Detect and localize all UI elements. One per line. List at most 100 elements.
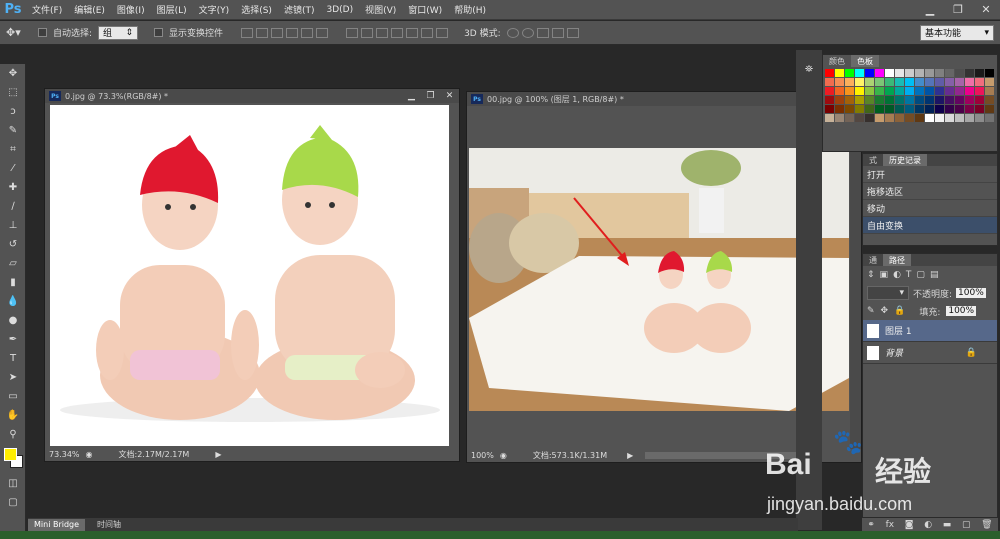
layer-row[interactable]: 背景 🔒	[863, 342, 997, 364]
color-swatch[interactable]	[905, 96, 914, 104]
lock-all-icon[interactable]: 🔒	[894, 306, 905, 316]
color-swatch[interactable]	[875, 105, 884, 113]
3d-drag-icon[interactable]	[536, 27, 549, 38]
color-swatch[interactable]	[875, 78, 884, 86]
color-swatch[interactable]	[885, 114, 894, 122]
color-swatch[interactable]	[825, 87, 834, 95]
menu-layer[interactable]: 图层(L)	[151, 3, 193, 16]
color-swatch[interactable]	[965, 105, 974, 113]
color-swatch[interactable]	[965, 87, 974, 95]
3d-axis-icon[interactable]: ⛯	[796, 60, 822, 79]
color-swatch[interactable]	[895, 69, 904, 77]
color-swatch[interactable]	[855, 69, 864, 77]
adjust-filter-icon[interactable]: ◐	[893, 270, 901, 280]
color-swatch[interactable]	[845, 105, 854, 113]
color-swatch[interactable]	[835, 96, 844, 104]
color-swatch[interactable]	[915, 114, 924, 122]
hand-tool-icon[interactable]: ✋	[0, 406, 26, 425]
color-swatch[interactable]	[895, 114, 904, 122]
distribute-right-icon[interactable]	[421, 27, 434, 38]
color-swatch[interactable]	[865, 114, 874, 122]
menu-image[interactable]: 图像(I)	[111, 3, 151, 16]
color-swatch[interactable]	[955, 78, 964, 86]
color-swatch[interactable]	[845, 69, 854, 77]
distribute-left-icon[interactable]	[391, 27, 404, 38]
blur-tool-icon[interactable]: 💧	[0, 292, 26, 311]
color-swatch[interactable]	[925, 105, 934, 113]
color-swatch[interactable]	[915, 96, 924, 104]
lasso-tool-icon[interactable]: ↄ	[0, 102, 26, 121]
menu-3d[interactable]: 3D(D)	[320, 5, 359, 15]
color-swatch[interactable]	[985, 78, 994, 86]
color-swatch[interactable]	[855, 105, 864, 113]
status-icon[interactable]: ◉	[86, 450, 93, 459]
color-swatch[interactable]	[925, 87, 934, 95]
tab-swatches[interactable]: 色板	[851, 55, 879, 67]
blend-mode-dropdown[interactable]: ▾	[867, 286, 909, 300]
3d-roll-icon[interactable]	[521, 27, 534, 38]
color-swatch[interactable]	[915, 87, 924, 95]
color-swatch[interactable]	[955, 114, 964, 122]
color-swatch[interactable]	[935, 105, 944, 113]
color-swatch[interactable]	[865, 69, 874, 77]
align-left-icon[interactable]	[286, 27, 299, 38]
color-swatch[interactable]	[975, 114, 984, 122]
color-swatch[interactable]	[905, 87, 914, 95]
doc2-zoom[interactable]: 100%	[471, 451, 494, 460]
color-swatch[interactable]	[825, 105, 834, 113]
color-swatch[interactable]	[925, 69, 934, 77]
color-swatch[interactable]	[825, 96, 834, 104]
smart-filter-icon[interactable]: ▤	[930, 270, 939, 280]
color-swatch[interactable]	[935, 69, 944, 77]
menu-file[interactable]: 文件(F)	[26, 3, 68, 16]
maximize-icon[interactable]: ❐	[944, 0, 972, 18]
workspace-dropdown[interactable]: 基本功能 ▾	[920, 24, 994, 41]
align-right-icon[interactable]	[316, 27, 329, 38]
color-swatch[interactable]	[875, 69, 884, 77]
doc2-vertical-scrollbar[interactable]	[850, 106, 861, 449]
layer-row-selected[interactable]: 图层 1	[863, 320, 997, 342]
color-swatch[interactable]	[965, 96, 974, 104]
align-vcenter-icon[interactable]	[256, 27, 269, 38]
color-swatch[interactable]	[895, 105, 904, 113]
show-transform-checkbox[interactable]	[154, 28, 164, 37]
menu-filter[interactable]: 滤镜(T)	[278, 3, 321, 16]
color-swatch[interactable]	[985, 87, 994, 95]
move-tool-icon[interactable]: ✥▾	[6, 26, 32, 39]
path-select-tool-icon[interactable]: ➤	[0, 368, 26, 387]
color-swatch[interactable]	[865, 87, 874, 95]
color-swatch[interactable]	[945, 105, 954, 113]
lock-pixels-icon[interactable]: ✎	[867, 306, 875, 316]
color-swatch[interactable]	[905, 78, 914, 86]
color-swatch[interactable]	[855, 96, 864, 104]
color-swatch[interactable]	[885, 87, 894, 95]
healing-tool-icon[interactable]: ✚	[0, 178, 26, 197]
color-swatch[interactable]	[925, 114, 934, 122]
menu-window[interactable]: 窗口(W)	[402, 3, 448, 16]
color-swatch[interactable]	[985, 69, 994, 77]
color-swatch[interactable]	[865, 105, 874, 113]
history-item[interactable]: 拖移选区	[863, 183, 997, 200]
color-swatch[interactable]	[875, 114, 884, 122]
color-swatch[interactable]	[825, 114, 834, 122]
gradient-tool-icon[interactable]: ▮	[0, 273, 26, 292]
distribute-vcenter-icon[interactable]	[361, 27, 374, 38]
color-swatch[interactable]	[895, 96, 904, 104]
menu-view[interactable]: 视图(V)	[359, 3, 402, 16]
history-brush-tool-icon[interactable]: ↺	[0, 235, 26, 254]
3d-scale-icon[interactable]	[566, 27, 579, 38]
align-top-icon[interactable]	[241, 27, 254, 38]
close-icon[interactable]: ✕	[440, 90, 459, 103]
marquee-tool-icon[interactable]: ⬚	[0, 83, 26, 102]
color-swatch[interactable]	[835, 87, 844, 95]
color-swatch[interactable]	[965, 114, 974, 122]
color-swatch[interactable]	[935, 78, 944, 86]
filter-icon[interactable]: ⇕	[867, 270, 875, 280]
distribute-top-icon[interactable]	[346, 27, 359, 38]
color-swatch[interactable]	[905, 69, 914, 77]
color-swatch[interactable]	[905, 105, 914, 113]
color-swatch[interactable]	[845, 96, 854, 104]
3d-slide-icon[interactable]	[551, 27, 564, 38]
status-arrow-icon[interactable]: ▶	[215, 450, 221, 459]
color-swatch[interactable]	[925, 96, 934, 104]
